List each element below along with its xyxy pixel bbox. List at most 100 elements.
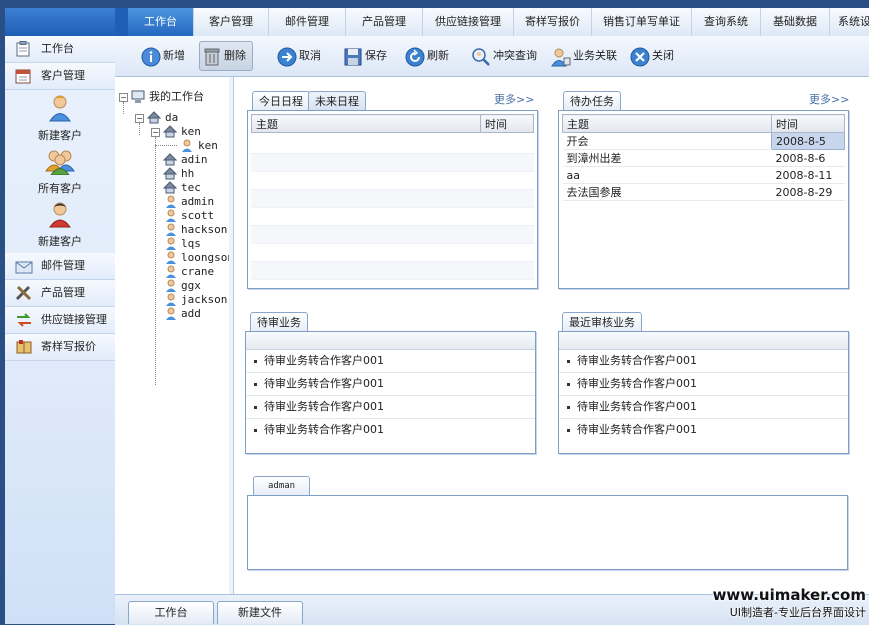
- tab-base-data[interactable]: 基础数据: [761, 8, 830, 36]
- todo-more-link[interactable]: 更多>>: [809, 91, 849, 107]
- list-item[interactable]: 待审业务转合作客户001: [246, 419, 535, 441]
- tree-toggle-da[interactable]: −: [135, 114, 144, 123]
- book-icon: [15, 339, 33, 365]
- tab-mail[interactable]: 邮件管理: [269, 8, 346, 36]
- refresh-button[interactable]: 刷新: [403, 42, 455, 70]
- tab-today-schedule[interactable]: 今日日程: [252, 91, 310, 111]
- tree-collapse-toggle[interactable]: −: [119, 93, 128, 102]
- sidebar-item-samples[interactable]: 寄样写报价: [5, 334, 115, 361]
- list-item[interactable]: 待审业务转合作客户001: [559, 350, 848, 373]
- tab-supply-chain[interactable]: 供应链接管理: [423, 8, 514, 36]
- arrow-right-icon: [277, 47, 297, 78]
- bottom-tab-workbench[interactable]: 工作台: [128, 601, 214, 624]
- tab-sales-orders[interactable]: 销售订单写单证: [592, 8, 692, 36]
- sidebar-item-products[interactable]: 产品管理: [5, 280, 115, 307]
- list-item-label: 待审业务转合作客户001: [577, 400, 697, 413]
- business-link-button[interactable]: 业务关联: [549, 42, 623, 70]
- row-subject: 到漳州出差: [562, 149, 772, 167]
- list-item[interactable]: 待审业务转合作客户001: [559, 373, 848, 396]
- admin-panel: [247, 495, 848, 570]
- submenu-new-customer-2[interactable]: 新建客户: [5, 200, 115, 253]
- tab-samples[interactable]: 寄样写报价: [514, 8, 592, 36]
- users-group-icon: [45, 150, 75, 178]
- new-button[interactable]: 新增: [139, 42, 191, 70]
- todo-panel: 主题 时间 开会 2008-8-5 到漳州出差 2008-8-6 aa 2008…: [558, 110, 849, 289]
- list-item[interactable]: 待审业务转合作客户001: [246, 350, 535, 373]
- tab-workbench[interactable]: 工作台: [128, 8, 194, 36]
- table-row[interactable]: 去法国参展 2008-8-29: [562, 183, 845, 201]
- refresh-icon: [405, 47, 425, 78]
- table-row[interactable]: 到漳州出差 2008-8-6: [562, 149, 845, 167]
- tab-future-schedule[interactable]: 未来日程: [308, 91, 366, 111]
- list-item-label: 待审业务转合作客户001: [264, 400, 384, 413]
- tree-node-label: ggx: [181, 279, 201, 292]
- cancel-button-label: 取消: [299, 49, 321, 62]
- conflict-query-button[interactable]: 冲突查询: [469, 42, 543, 70]
- house-icon: [162, 125, 178, 141]
- topnav-spacer: [115, 8, 128, 36]
- close-button-label: 关闭: [652, 49, 674, 62]
- sidebar-item-label: 产品管理: [41, 286, 85, 299]
- submenu-new-customer[interactable]: 新建客户: [5, 94, 115, 147]
- col-subject[interactable]: 主题: [562, 114, 772, 133]
- submenu-label: 新建客户: [38, 235, 82, 248]
- sidebar-item-supply-chain[interactable]: 供应链接管理: [5, 307, 115, 334]
- tree-node-label: loongson: [181, 251, 230, 264]
- bullet-icon: [567, 359, 570, 363]
- save-button[interactable]: 保存: [341, 42, 393, 70]
- sidebar-item-mail[interactable]: 邮件管理: [5, 253, 115, 280]
- sidebar-item-workbench[interactable]: 工作台: [5, 36, 115, 63]
- tree-root-label: 我的工作台: [149, 90, 204, 103]
- table-row[interactable]: aa 2008-8-11: [562, 166, 845, 184]
- col-subject[interactable]: 主题: [251, 114, 481, 133]
- tab-admin[interactable]: adman: [253, 476, 311, 496]
- recent-audit-panel: 待审业务转合作客户001 待审业务转合作客户001 待审业务转合作客户001 待…: [558, 331, 849, 454]
- tab-query[interactable]: 查询系统: [692, 8, 761, 36]
- sidebar-item-customers[interactable]: 客户管理: [5, 63, 115, 90]
- bullet-icon: [254, 359, 257, 363]
- tab-products[interactable]: 产品管理: [346, 8, 423, 36]
- sidebar-item-label: 客户管理: [41, 69, 85, 82]
- list-item[interactable]: 待审业务转合作客户001: [559, 419, 848, 441]
- list-item-label: 待审业务转合作客户001: [264, 377, 384, 390]
- tree-toggle-ken[interactable]: −: [151, 128, 160, 137]
- trash-icon: [202, 47, 222, 78]
- schedule-empty-rows: [251, 136, 534, 280]
- business-link-label: 业务关联: [573, 49, 617, 62]
- new-button-label: 新增: [163, 49, 185, 62]
- watermark-url: www.uimaker.com: [712, 586, 866, 604]
- tree-node-label: ken: [198, 139, 218, 152]
- list-item-label: 待审业务转合作客户001: [577, 354, 697, 367]
- tab-pending-business[interactable]: 待审业务: [250, 312, 308, 332]
- house-icon: [146, 111, 162, 127]
- bottom-tab-new-file[interactable]: 新建文件: [217, 601, 303, 624]
- tree-node-label: scott: [181, 209, 215, 222]
- watermark: www.uimaker.com UI制造者-专业后台界面设计: [706, 586, 866, 620]
- tab-todo[interactable]: 待办任务: [563, 91, 621, 111]
- submenu-all-customers[interactable]: 所有客户: [5, 147, 115, 200]
- close-button[interactable]: 关闭: [628, 42, 680, 70]
- recent-list-header: [559, 332, 848, 350]
- tree-node-label: ken: [181, 125, 201, 138]
- col-time[interactable]: 时间: [771, 114, 845, 133]
- tab-system-settings[interactable]: 系统设置: [830, 8, 869, 36]
- cancel-button[interactable]: 取消: [275, 42, 327, 70]
- list-item[interactable]: 待审业务转合作客户001: [246, 396, 535, 419]
- schedule-more-link[interactable]: 更多>>: [494, 91, 534, 107]
- top-navigation: 工作台 客户管理 邮件管理 产品管理 供应链接管理 寄样写报价 销售订单写单证 …: [128, 8, 869, 37]
- close-icon: [630, 47, 650, 78]
- list-item[interactable]: 待审业务转合作客户001: [246, 373, 535, 396]
- tree-node-label: crane: [181, 265, 215, 278]
- delete-button[interactable]: 删除: [199, 41, 253, 71]
- pending-panel: 待审业务转合作客户001 待审业务转合作客户001 待审业务转合作客户001 待…: [245, 331, 536, 454]
- sidebar-item-label: 邮件管理: [41, 259, 85, 272]
- bullet-icon: [254, 405, 257, 409]
- col-time[interactable]: 时间: [480, 114, 534, 133]
- tab-customers[interactable]: 客户管理: [194, 8, 269, 36]
- tab-recent-audit[interactable]: 最近审核业务: [562, 312, 642, 332]
- list-item-label: 待审业务转合作客户001: [577, 377, 697, 390]
- bullet-icon: [567, 428, 570, 432]
- info-icon: [141, 47, 161, 78]
- list-item[interactable]: 待审业务转合作客户001: [559, 396, 848, 419]
- table-row[interactable]: 开会 2008-8-5: [562, 132, 845, 150]
